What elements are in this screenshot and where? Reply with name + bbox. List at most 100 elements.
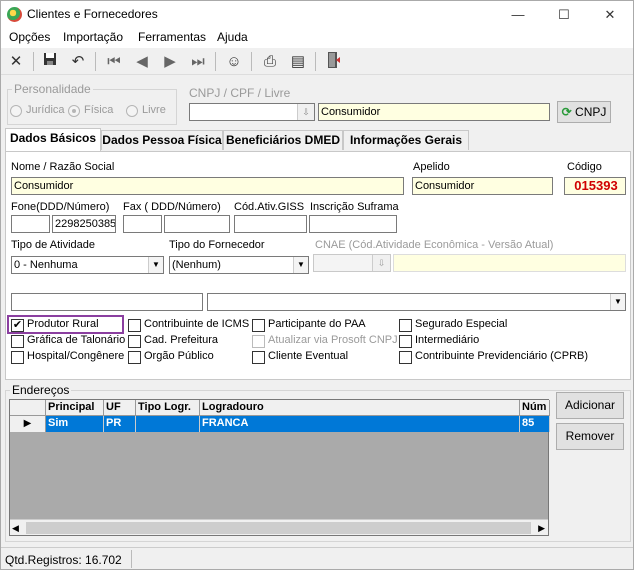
remover-button[interactable]: Remover: [556, 423, 624, 450]
app-icon: [7, 7, 22, 22]
tipo-fornecedor-label: Tipo do Fornecedor: [169, 239, 265, 251]
print-icon[interactable]: ⎙: [259, 51, 281, 73]
tipo-fornecedor-value: (Nenhum): [172, 259, 221, 271]
contribuinte-icms-label: Contribuinte de ICMS: [144, 318, 250, 330]
suframa-input[interactable]: [309, 215, 397, 233]
radio-fisica-label: Física: [84, 104, 114, 116]
extra-combo-select[interactable]: ▼: [207, 293, 626, 311]
hospital-congenere-checkbox[interactable]: [11, 351, 24, 364]
radio-juridica[interactable]: [10, 105, 22, 117]
tab-dados-basicos[interactable]: Dados Básicos: [5, 128, 101, 151]
cprb-checkbox[interactable]: [399, 351, 412, 364]
minimize-button[interactable]: —: [495, 1, 541, 29]
apelido-label: Apelido: [413, 161, 450, 173]
cnpj-button[interactable]: ⟳ CNPJ: [557, 101, 611, 123]
tab-beneficiarios-dmed[interactable]: Beneficiários DMED: [223, 130, 343, 150]
row-pointer-icon: ▶: [10, 416, 46, 432]
tipo-atividade-label: Tipo de Atividade: [11, 239, 95, 251]
cell-principal[interactable]: Sim: [46, 416, 104, 432]
menu-opcoes[interactable]: Opções: [9, 30, 50, 44]
participante-paa-checkbox[interactable]: [252, 319, 265, 332]
personalidade-legend: Personalidade: [12, 82, 93, 96]
next-record-icon[interactable]: ▶: [159, 51, 181, 73]
cad-prefeitura-label: Cad. Prefeitura: [144, 334, 218, 346]
atualizar-prosoft-checkbox[interactable]: [252, 335, 265, 348]
col-logradouro[interactable]: Logradouro: [200, 400, 520, 416]
radio-livre-label: Livre: [142, 104, 166, 116]
report-icon[interactable]: ▤: [287, 51, 309, 73]
horizontal-scrollbar[interactable]: ◀ ▶: [10, 519, 548, 535]
cell-numero[interactable]: 85: [520, 416, 550, 432]
cliente-eventual-label: Cliente Eventual: [268, 350, 349, 362]
status-divider: [131, 550, 132, 568]
enderecos-grid[interactable]: Principal UF Tipo Logr. Logradouro Núm ▶…: [9, 399, 550, 536]
menu-ferramentas[interactable]: Ferramentas: [138, 30, 206, 44]
contribuinte-icms-checkbox[interactable]: [128, 319, 141, 332]
adicionar-button[interactable]: Adicionar: [556, 392, 624, 419]
last-record-icon[interactable]: ⏭: [187, 51, 209, 73]
produtor-rural-label: Produtor Rural: [27, 318, 99, 330]
fax-numero-input[interactable]: [164, 215, 230, 233]
fone-ddd-input[interactable]: [11, 215, 50, 233]
cnae-lookup-icon[interactable]: ⇩: [372, 255, 390, 271]
menu-importacao[interactable]: Importação: [63, 30, 123, 44]
maximize-button[interactable]: ☐: [541, 1, 587, 29]
extra-field-input[interactable]: [11, 293, 203, 311]
undo-icon[interactable]: ↶: [67, 51, 89, 73]
tipo-fornecedor-select[interactable]: (Nenhum) ▼: [169, 256, 309, 274]
col-numero[interactable]: Núm: [520, 400, 550, 416]
title-bar: Clientes e Fornecedores — ☐ ✕: [1, 1, 633, 29]
scroll-left-icon[interactable]: ◀: [12, 520, 19, 536]
nome-input[interactable]: Consumidor: [11, 177, 404, 195]
refresh-icon: ⟳: [561, 105, 572, 119]
cad-prefeitura-checkbox[interactable]: [128, 335, 141, 348]
cnae-description: [393, 254, 626, 272]
enderecos-legend: Endereços: [10, 383, 72, 397]
apelido-input[interactable]: Consumidor: [412, 177, 553, 195]
tipo-atividade-select[interactable]: 0 - Nenhuma ▼: [11, 256, 164, 274]
col-uf[interactable]: UF: [104, 400, 136, 416]
people-icon[interactable]: ☺: [223, 51, 245, 73]
previous-record-icon[interactable]: ◀: [131, 51, 153, 73]
close-icon[interactable]: ✕: [5, 51, 27, 73]
fax-label: Fax ( DDD/Número): [123, 201, 221, 213]
orgao-publico-checkbox[interactable]: [128, 351, 141, 364]
chevron-down-icon[interactable]: ▼: [293, 257, 308, 273]
toolbar: ✕ ↶ ⏮ ◀ ▶ ⏭ ☺ ⎙ ▤: [1, 48, 633, 75]
cnae-label: CNAE (Cód.Atividade Econômica - Versão A…: [315, 239, 554, 251]
fax-ddd-input[interactable]: [123, 215, 162, 233]
nome-label: Nome / Razão Social: [11, 161, 115, 173]
exit-door-icon[interactable]: [323, 51, 345, 73]
cell-logradouro[interactable]: FRANCA: [200, 416, 520, 432]
scroll-right-icon[interactable]: ▶: [538, 520, 545, 536]
tab-dados-pessoa-fisica[interactable]: Dados Pessoa Física: [101, 130, 223, 150]
grafica-talonario-checkbox[interactable]: [11, 335, 24, 348]
orgao-publico-label: Orgão Público: [144, 350, 214, 362]
cod-ativ-input[interactable]: [234, 215, 307, 233]
col-tipo-logr[interactable]: Tipo Logr.: [136, 400, 200, 416]
first-record-icon[interactable]: ⏮: [103, 51, 125, 73]
menu-ajuda[interactable]: Ajuda: [217, 30, 248, 44]
chevron-down-icon[interactable]: ▼: [610, 294, 625, 310]
tab-informacoes-gerais[interactable]: Informações Gerais: [343, 130, 469, 150]
participante-paa-label: Participante do PAA: [268, 318, 366, 330]
close-window-button[interactable]: ✕: [587, 1, 633, 29]
scroll-thumb[interactable]: [26, 522, 531, 534]
radio-livre[interactable]: [126, 105, 138, 117]
radio-fisica[interactable]: [68, 105, 80, 117]
cliente-eventual-checkbox[interactable]: [252, 351, 265, 364]
cnpj-description: Consumidor: [318, 103, 550, 121]
col-principal[interactable]: Principal: [46, 400, 104, 416]
save-icon[interactable]: [39, 51, 61, 73]
fone-numero-input[interactable]: 2298250385: [52, 215, 116, 233]
segurado-especial-checkbox[interactable]: [399, 319, 412, 332]
cnpj-lookup-icon[interactable]: ⇩: [297, 104, 314, 120]
menu-bar: Opções Importação Ferramentas Ajuda: [1, 29, 633, 48]
cell-uf[interactable]: PR: [104, 416, 136, 432]
status-bar: Qtd.Registros: 16.702: [1, 547, 633, 569]
chevron-down-icon[interactable]: ▼: [148, 257, 163, 273]
produtor-rural-checkbox[interactable]: ✔: [11, 319, 24, 332]
cell-tipo-logr[interactable]: [136, 416, 200, 432]
intermediario-checkbox[interactable]: [399, 335, 412, 348]
grafica-talonario-label: Gráfica de Talonário: [27, 334, 126, 346]
